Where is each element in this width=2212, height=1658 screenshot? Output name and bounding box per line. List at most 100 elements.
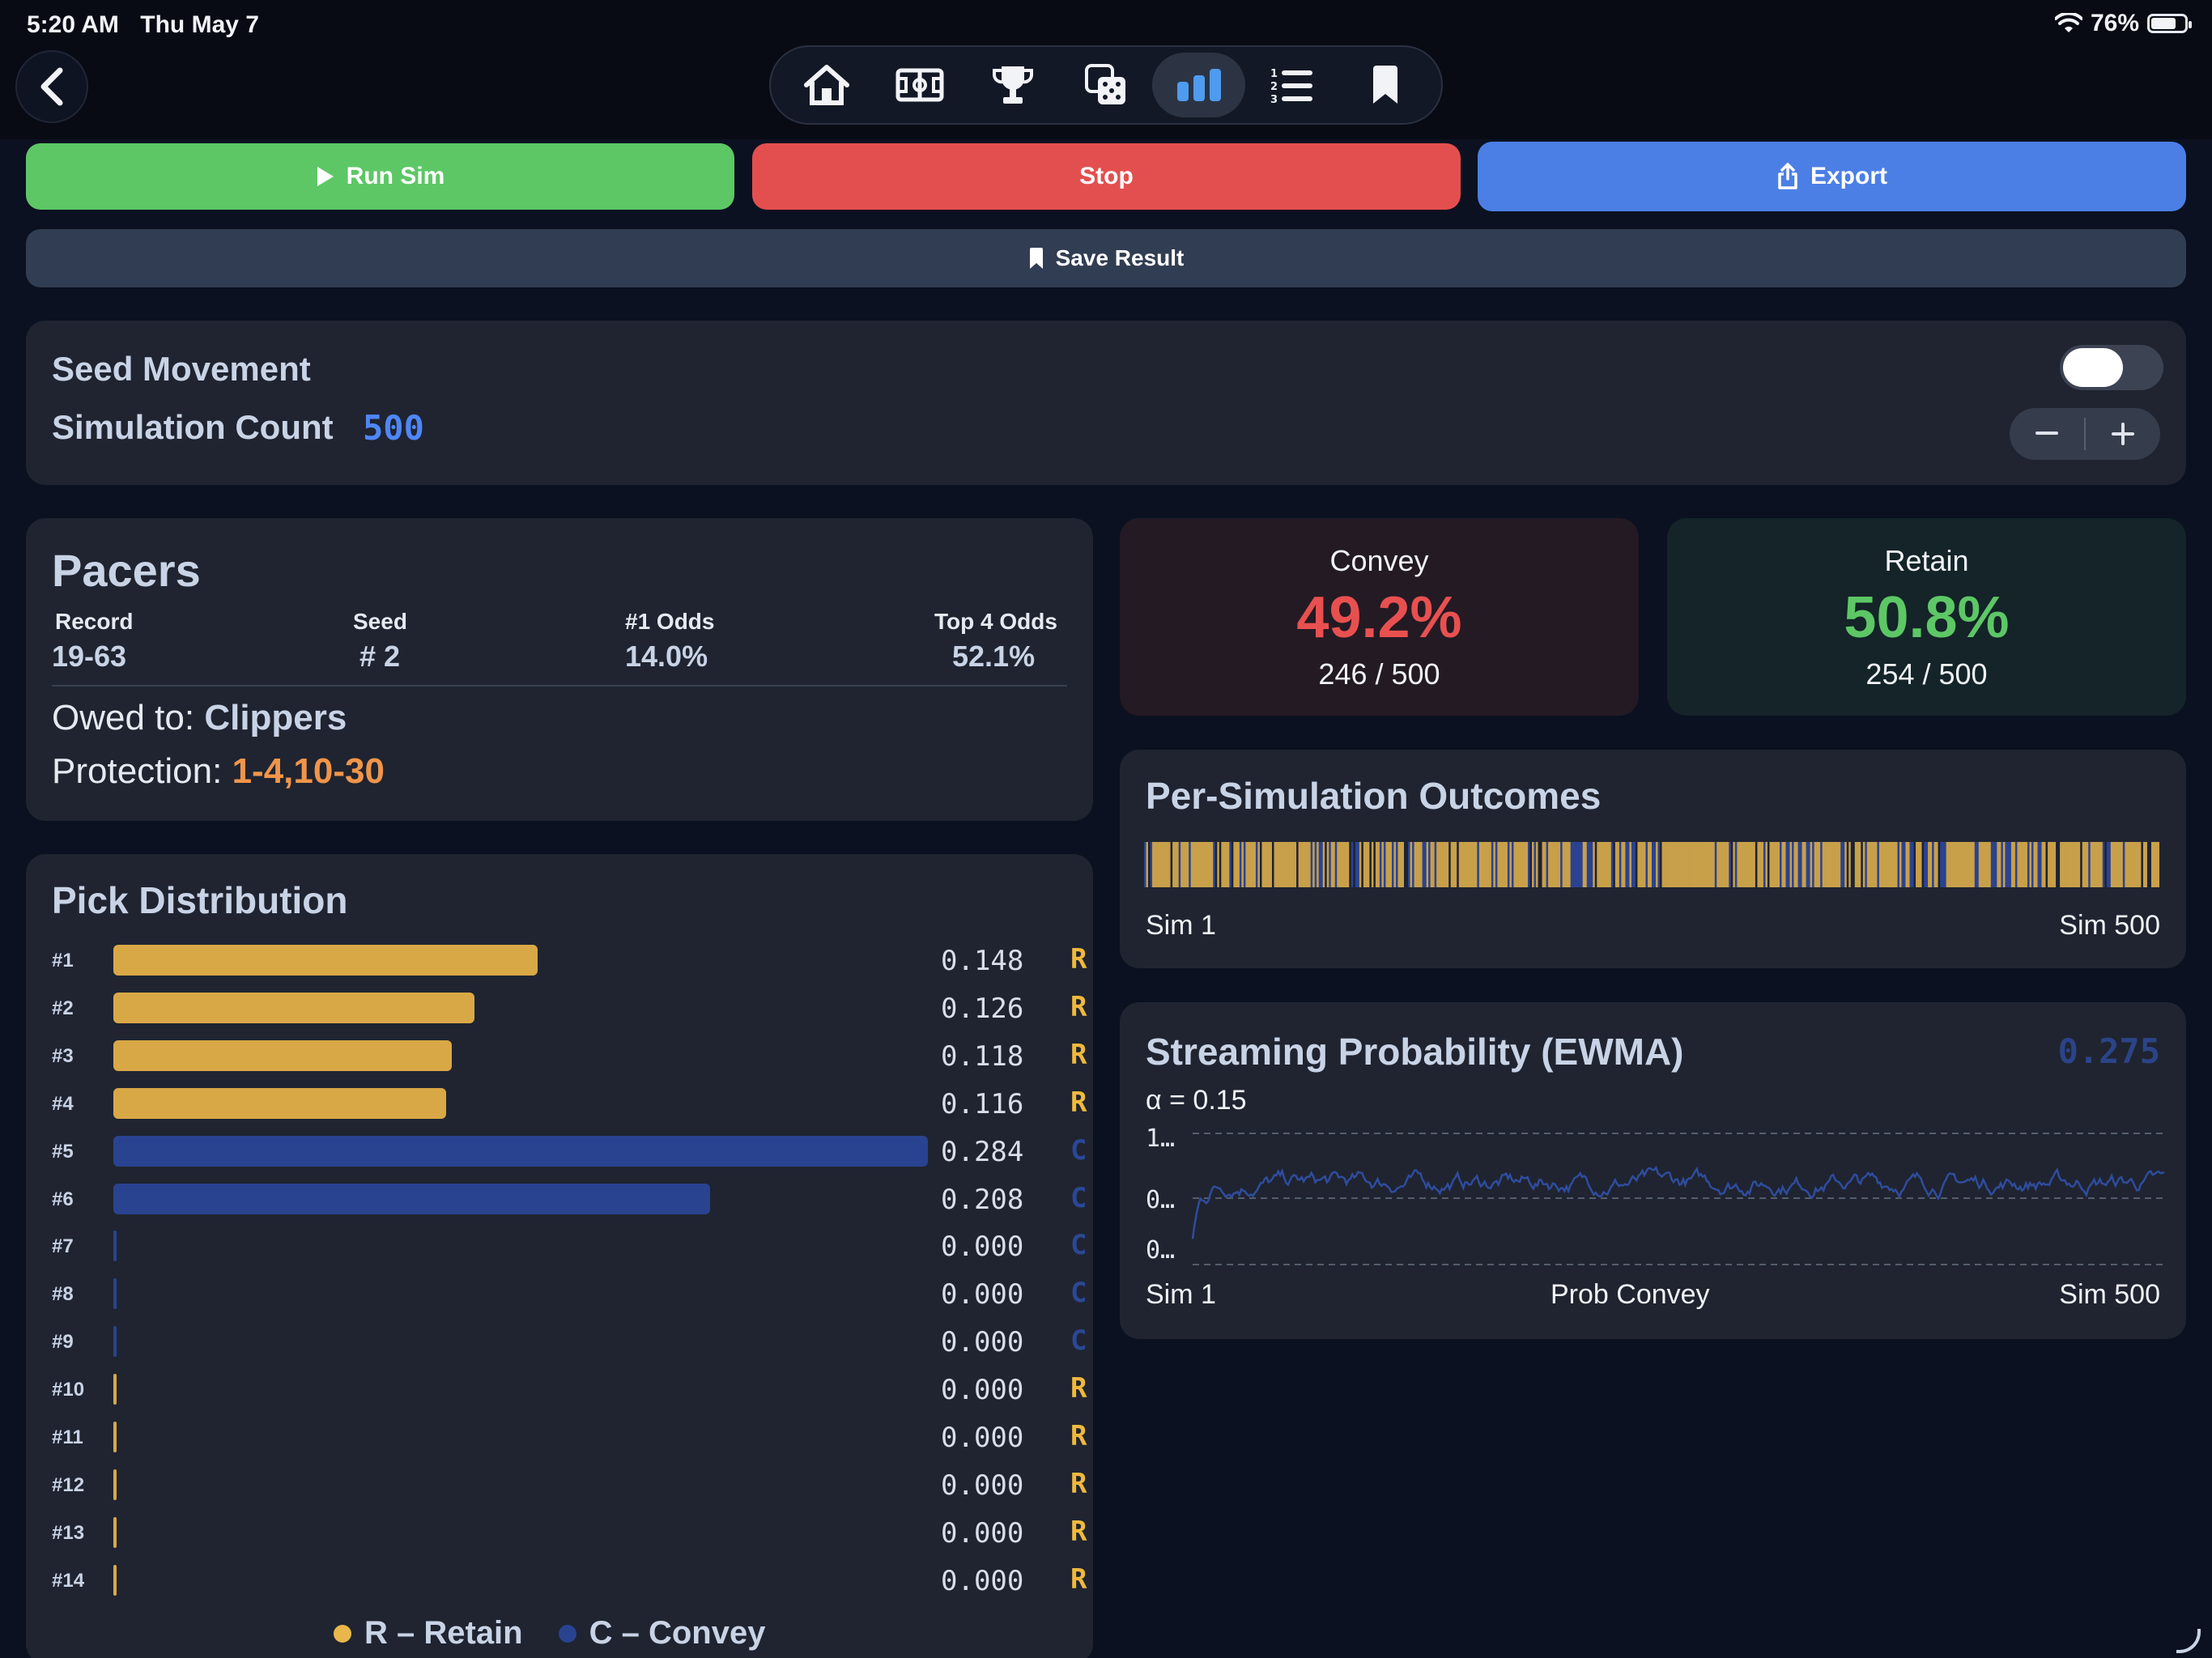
outcome-tick (1576, 842, 1580, 887)
outcome-tick (1357, 842, 1360, 887)
outcome-tick (1477, 842, 1480, 887)
outcome-tick (1609, 842, 1612, 887)
outcome-tick (1317, 842, 1319, 887)
bookmark-icon (1029, 248, 1043, 269)
export-button[interactable]: Export (1478, 142, 2186, 211)
outcome-tick (2126, 842, 2129, 887)
outcome-tick (1726, 842, 1729, 887)
outcome-tick (1692, 842, 1695, 887)
outcome-tick (1534, 842, 1537, 887)
outcome-tick (1560, 842, 1563, 887)
stop-button[interactable]: Stop (752, 143, 1461, 210)
outcome-tick (1434, 842, 1437, 887)
tab-trophy[interactable] (967, 53, 1060, 117)
outcome-tick (1850, 842, 1853, 887)
seed-movement-label: Seed Movement (52, 350, 311, 388)
outcome-tick (1994, 842, 1997, 887)
pick-bar-track (113, 945, 955, 976)
outcome-tick (1881, 842, 1884, 887)
outcome-tick (1424, 842, 1427, 887)
outcome-tick (1737, 842, 1740, 887)
outcome-tick (1960, 842, 1963, 887)
outcome-tick (1180, 842, 1183, 887)
save-result-button[interactable]: Save Result (26, 229, 2186, 287)
outcome-tick (1465, 842, 1468, 887)
outcome-tick (1310, 842, 1313, 887)
export-label: Export (1810, 163, 1887, 189)
top4-value: 52.1% (952, 640, 1036, 673)
outcome-tick (1400, 842, 1402, 887)
outcome-tick (1404, 842, 1406, 887)
outcome-tick (1274, 842, 1277, 887)
outcome-tick (1773, 842, 1776, 887)
outcome-tick (2014, 842, 2018, 887)
pick-row: #6 0.208 C (26, 1179, 1093, 1219)
outcome-tick (1670, 842, 1673, 887)
outcome-tick (1989, 842, 1992, 887)
outcome-tick (2122, 842, 2125, 887)
outcome-tick (1954, 842, 1957, 887)
tab-rankings[interactable]: 1 2 3 (1245, 53, 1338, 117)
tab-stats[interactable] (1152, 53, 1246, 117)
outcome-tick (1361, 842, 1364, 887)
outcome-tick (1912, 842, 1914, 887)
pick-bar (113, 1278, 117, 1310)
outcome-tick (1866, 842, 1870, 887)
outcome-tick (1725, 842, 1728, 887)
tab-home[interactable] (781, 53, 874, 117)
outcome-tick (1873, 842, 1876, 887)
outcome-tick (1862, 842, 1865, 887)
outcome-tick (2040, 842, 2042, 887)
tab-saved[interactable] (1338, 53, 1431, 117)
outcome-tick (1917, 842, 1921, 887)
run-sim-button[interactable]: Run Sim (26, 143, 734, 210)
outcome-tick (1365, 842, 1368, 887)
outcome-tick (2017, 842, 2020, 887)
outcome-tick (1276, 842, 1278, 887)
outcome-tick (2153, 842, 2156, 887)
outcome-tick (1598, 842, 1602, 887)
pick-value: 0.284 (941, 1135, 1024, 1168)
outcome-tick (1418, 842, 1421, 887)
outcome-tick (1499, 842, 1502, 887)
outcome-tick (1738, 842, 1742, 887)
outcome-tick (1878, 842, 1882, 887)
seed-movement-toggle[interactable] (2060, 345, 2163, 390)
outcome-tick (1288, 842, 1291, 887)
pick-bar-track (113, 1087, 955, 1119)
outcome-tick (2074, 842, 2077, 887)
convey-percent: 49.2% (1296, 585, 1462, 650)
tab-court[interactable] (874, 53, 967, 117)
outcome-tick (1838, 842, 1841, 887)
tab-dice[interactable] (1060, 53, 1153, 117)
pick-bar (113, 1516, 117, 1548)
chevron-left-icon (40, 67, 63, 106)
pick-value: 0.208 (941, 1183, 1024, 1216)
outcome-tick (1548, 842, 1551, 887)
decrement-button[interactable] (2010, 408, 2084, 460)
outcome-tick (1785, 842, 1789, 887)
retain-count: 254 / 500 (1865, 657, 1988, 691)
run-sim-label: Run Sim (346, 163, 445, 189)
outcome-tick (1241, 842, 1244, 887)
outcome-tick (1722, 842, 1725, 887)
outcome-tick (1623, 842, 1626, 887)
outcome-tick (1359, 842, 1362, 887)
outcome-tick (1393, 842, 1397, 887)
outcome-tick (1529, 842, 1533, 887)
back-button[interactable] (15, 50, 88, 123)
outcome-tick (1750, 842, 1754, 887)
outcome-tick (1426, 842, 1429, 887)
outcome-tick (1150, 842, 1153, 887)
odds1-value: 14.0% (625, 640, 708, 673)
outcome-tick (1700, 842, 1703, 887)
sim-count-value: 500 (363, 408, 424, 448)
outcome-tick (1905, 842, 1908, 887)
outcome-tick (1221, 842, 1224, 887)
outcome-tick (2041, 842, 2044, 887)
stream-axis-label: Prob Convey (1551, 1279, 1710, 1310)
outcome-tick (1432, 842, 1435, 887)
outcome-tick (2018, 842, 2022, 887)
increment-button[interactable] (2086, 408, 2160, 460)
status-right: 76% (2054, 10, 2192, 37)
